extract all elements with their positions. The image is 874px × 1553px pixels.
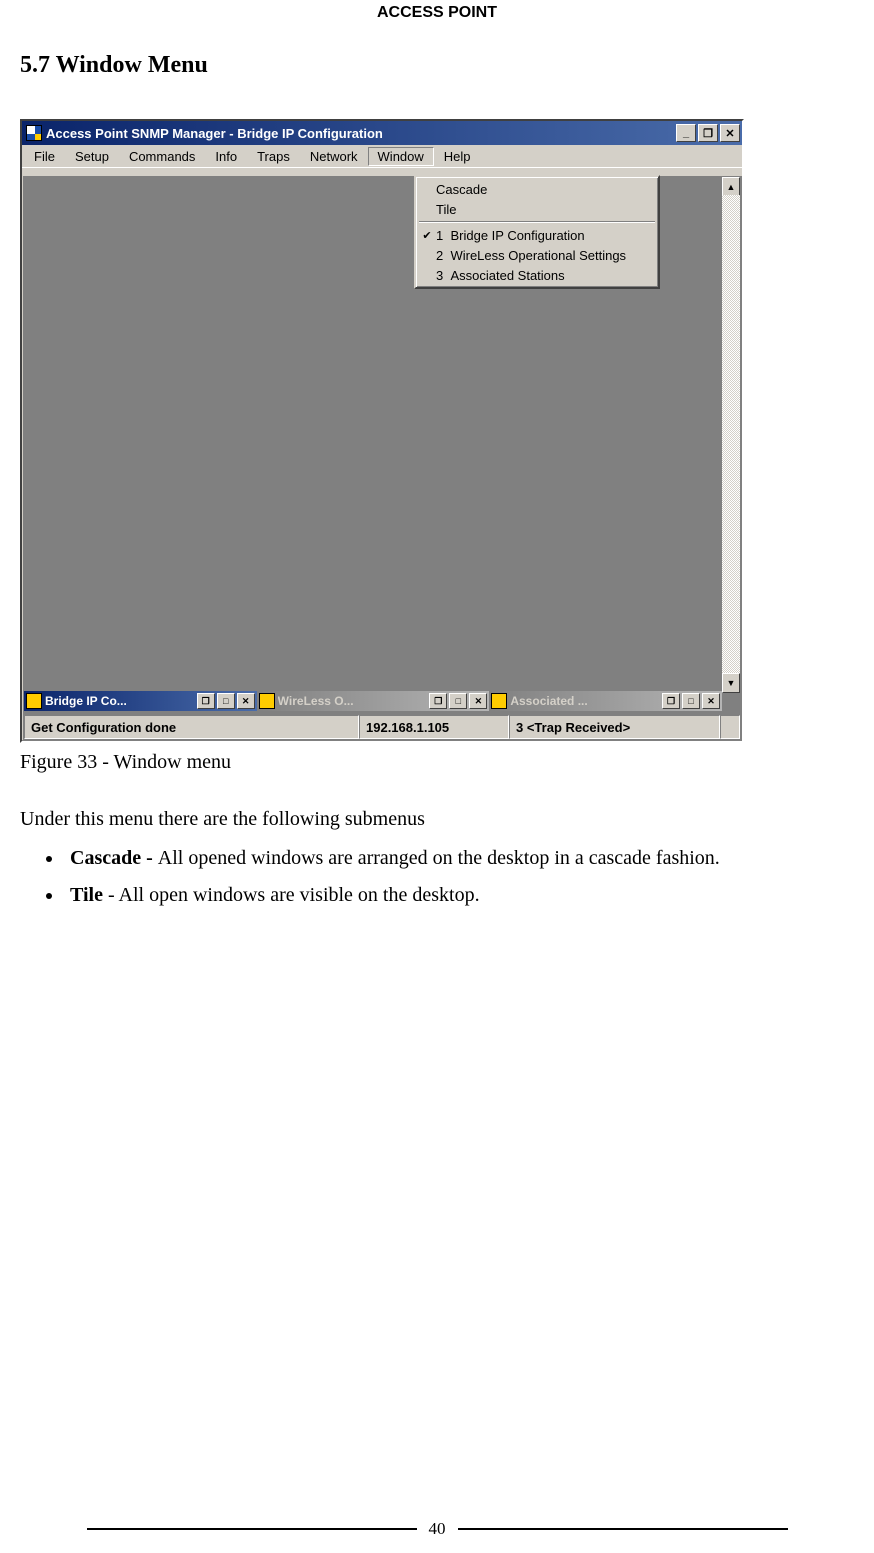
- status-ip: 192.168.1.105: [359, 715, 509, 739]
- menu-item-win1[interactable]: ✔ 1 Bridge IP Configuration: [418, 225, 656, 245]
- mdi-window-wireless[interactable]: WireLess O... ❐ □ ✕: [257, 691, 490, 711]
- menu-label: 3 Associated Stations: [436, 268, 656, 283]
- desc: All open windows are visible on the desk…: [119, 884, 480, 906]
- menu-network[interactable]: Network: [300, 147, 368, 166]
- join: -: [103, 884, 119, 906]
- mdi-restore-button[interactable]: ❐: [662, 693, 680, 709]
- menu-text: Associated Stations: [450, 268, 564, 283]
- statusbar: Get Configuration done 192.168.1.105 3 <…: [24, 715, 740, 739]
- mdi-title: WireLess O...: [278, 694, 428, 708]
- window-title: Access Point SNMP Manager - Bridge IP Co…: [46, 126, 674, 141]
- mdi-title: Bridge IP Co...: [45, 694, 195, 708]
- footer-rule-left: [87, 1528, 417, 1530]
- mdi-close-button[interactable]: ✕: [237, 693, 255, 709]
- app-icon: [26, 125, 42, 141]
- scroll-up-button[interactable]: ▲: [722, 177, 740, 197]
- mdi-minimized-bar: Bridge IP Co... ❐ □ ✕ WireLess O... ❐ □ …: [24, 691, 722, 711]
- menu-num: 1: [436, 228, 443, 243]
- menu-separator: [419, 221, 655, 223]
- client-area: Cascade Tile ✔ 1 Bridge IP Configuration…: [24, 177, 740, 693]
- close-button[interactable]: ✕: [720, 124, 740, 142]
- footer-rule-right: [458, 1528, 788, 1530]
- vertical-scrollbar[interactable]: ▲ ▼: [722, 177, 740, 693]
- menu-num: 3: [436, 268, 443, 283]
- mdi-maximize-button[interactable]: □: [682, 693, 700, 709]
- bullet-list: Cascade - All opened windows are arrange…: [64, 843, 854, 911]
- app-window: Access Point SNMP Manager - Bridge IP Co…: [20, 119, 744, 743]
- intro-paragraph: Under this menu there are the following …: [20, 804, 854, 835]
- running-header: ACCESS POINT: [20, 0, 854, 22]
- term: Tile: [70, 884, 103, 906]
- menu-traps[interactable]: Traps: [247, 147, 300, 166]
- mdi-close-button[interactable]: ✕: [469, 693, 487, 709]
- menu-window[interactable]: Window: [368, 147, 434, 166]
- menu-label: 2 WireLess Operational Settings: [436, 248, 656, 263]
- mdi-maximize-button[interactable]: □: [449, 693, 467, 709]
- menu-commands[interactable]: Commands: [119, 147, 205, 166]
- menu-num: 2: [436, 248, 443, 263]
- list-item: Cascade - All opened windows are arrange…: [64, 843, 854, 874]
- mdi-maximize-button[interactable]: □: [217, 693, 235, 709]
- term: Cascade -: [70, 847, 158, 869]
- desc: All opened windows are arranged on the d…: [158, 847, 720, 869]
- mdi-window-associated[interactable]: Associated ... ❐ □ ✕: [489, 691, 722, 711]
- titlebar: Access Point SNMP Manager - Bridge IP Co…: [22, 121, 742, 145]
- menubar: File Setup Commands Info Traps Network W…: [22, 145, 742, 167]
- status-trap: 3 <Trap Received>: [509, 715, 720, 739]
- menu-text: WireLess Operational Settings: [450, 248, 626, 263]
- window-menu-dropdown: Cascade Tile ✔ 1 Bridge IP Configuration…: [414, 175, 660, 289]
- mdi-restore-button[interactable]: ❐: [429, 693, 447, 709]
- bolt-icon: [491, 693, 507, 709]
- menu-item-cascade[interactable]: Cascade: [418, 179, 656, 199]
- section-title: 5.7 Window Menu: [20, 52, 854, 79]
- menu-info[interactable]: Info: [205, 147, 247, 166]
- restore-button[interactable]: ❐: [698, 124, 718, 142]
- menu-label: Cascade: [436, 182, 656, 197]
- menu-label: 1 Bridge IP Configuration: [436, 228, 656, 243]
- menu-text: Bridge IP Configuration: [450, 228, 584, 243]
- page-footer: 40: [0, 1519, 874, 1539]
- mdi-title: Associated ...: [510, 694, 660, 708]
- mdi-close-button[interactable]: ✕: [702, 693, 720, 709]
- status-message: Get Configuration done: [24, 715, 359, 739]
- menu-file[interactable]: File: [24, 147, 65, 166]
- list-item: Tile - All open windows are visible on t…: [64, 880, 854, 911]
- bolt-icon: [259, 693, 275, 709]
- menu-label: Tile: [436, 202, 656, 217]
- checkmark-icon: ✔: [418, 229, 436, 242]
- minimize-button[interactable]: _: [676, 124, 696, 142]
- scroll-track[interactable]: [722, 195, 740, 675]
- page-number: 40: [429, 1519, 446, 1539]
- menu-item-win2[interactable]: 2 WireLess Operational Settings: [418, 245, 656, 265]
- menu-setup[interactable]: Setup: [65, 147, 119, 166]
- menu-help[interactable]: Help: [434, 147, 481, 166]
- bolt-icon: [26, 693, 42, 709]
- scroll-down-button[interactable]: ▼: [722, 673, 740, 693]
- figure-caption: Figure 33 - Window menu: [20, 751, 854, 774]
- menu-item-win3[interactable]: 3 Associated Stations: [418, 265, 656, 285]
- menu-item-tile[interactable]: Tile: [418, 199, 656, 219]
- mdi-restore-button[interactable]: ❐: [197, 693, 215, 709]
- mdi-window-bridge-ip[interactable]: Bridge IP Co... ❐ □ ✕: [24, 691, 257, 711]
- resize-grip-icon[interactable]: [720, 715, 740, 739]
